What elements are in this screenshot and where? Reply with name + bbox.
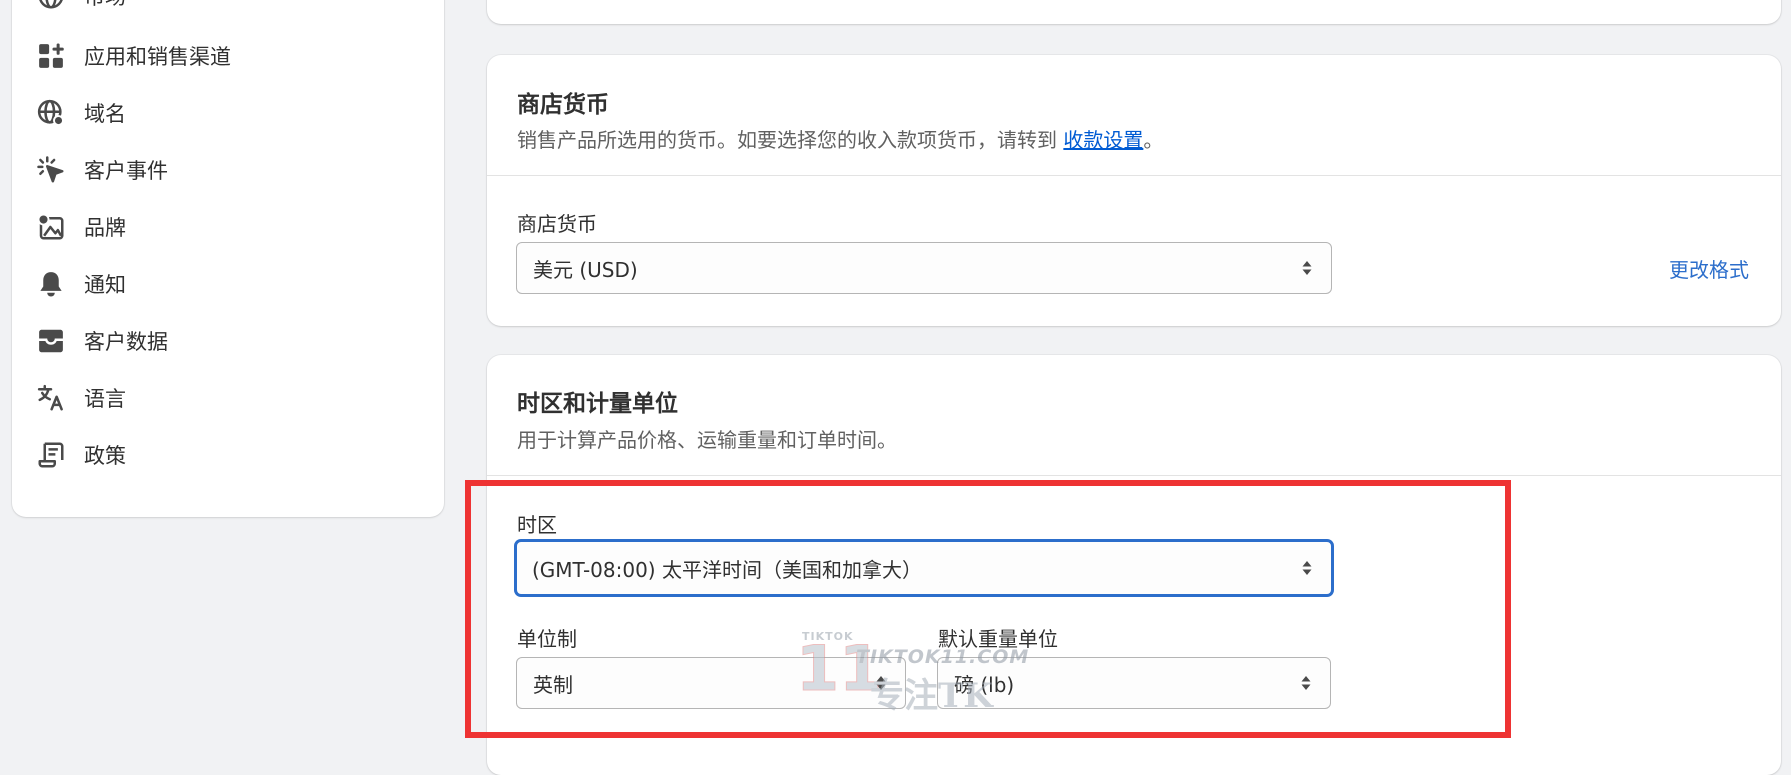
select-caret-icon bbox=[875, 674, 887, 692]
policy-scroll-icon bbox=[34, 438, 68, 472]
store-currency-select[interactable]: 美元 (USD) bbox=[516, 242, 1332, 294]
brand-image-icon bbox=[34, 210, 68, 244]
sidebar-item-label: 域名 bbox=[84, 102, 126, 126]
weight-unit-label: 默认重量单位 bbox=[938, 627, 1058, 651]
sidebar-item-policies[interactable]: 政策 bbox=[34, 431, 126, 479]
store-currency-value: 美元 (USD) bbox=[533, 257, 638, 282]
sidebar-item-label: 应用和销售渠道 bbox=[84, 45, 231, 69]
sidebar-item-notifications[interactable]: 通知 bbox=[34, 260, 126, 308]
sidebar-item-label: 语言 bbox=[84, 387, 126, 411]
sidebar-item-brand[interactable]: 品牌 bbox=[34, 203, 126, 251]
select-caret-icon bbox=[1300, 674, 1312, 692]
sidebar-item-customer-data[interactable]: 客户数据 bbox=[34, 317, 168, 365]
sidebar-item-label: 品牌 bbox=[84, 216, 126, 240]
store-currency-label: 商店货币 bbox=[517, 212, 597, 236]
card-divider bbox=[487, 475, 1781, 476]
sidebar-item-apps-channels[interactable]: 应用和销售渠道 bbox=[34, 32, 231, 80]
timezone-label: 时区 bbox=[517, 513, 557, 537]
sidebar-item-customer-events[interactable]: 客户事件 bbox=[34, 146, 168, 194]
weight-unit-value: 磅 (lb) bbox=[954, 672, 1015, 697]
bell-icon bbox=[34, 267, 68, 301]
payout-settings-link[interactable]: 收款设置 bbox=[1063, 128, 1143, 152]
settings-sidebar: 市场 应用和销售渠道 bbox=[12, 0, 444, 517]
sidebar-item-domains[interactable]: 域名 bbox=[34, 89, 126, 137]
card-divider bbox=[487, 175, 1781, 176]
sidebar-item-languages[interactable]: 语言 bbox=[34, 374, 126, 422]
description-suffix: 。 bbox=[1143, 128, 1164, 152]
unit-system-value: 英制 bbox=[533, 672, 573, 697]
globe-icon bbox=[34, 0, 68, 13]
sidebar-item-label: 客户数据 bbox=[84, 330, 168, 354]
description-text: 销售产品所选用的货币。如要选择您的收入款项货币，请转到 bbox=[517, 128, 1064, 152]
inbox-icon bbox=[34, 324, 68, 358]
sidebar-item-label: 市场 bbox=[84, 0, 126, 11]
card-description: 用于计算产品价格、运输重量和订单时间。 bbox=[517, 428, 897, 452]
sidebar-item-markets[interactable]: 市场 bbox=[34, 0, 126, 20]
previous-settings-card bbox=[487, 0, 1781, 24]
sidebar-item-label: 客户事件 bbox=[84, 159, 168, 183]
card-description: 销售产品所选用的货币。如要选择您的收入款项货币，请转到 收款设置。 bbox=[517, 124, 1163, 153]
apps-icon bbox=[34, 39, 68, 73]
sidebar-item-label: 政策 bbox=[84, 444, 126, 468]
change-format-link[interactable]: 更改格式 bbox=[1669, 254, 1749, 283]
weight-unit-select[interactable]: 磅 (lb) bbox=[937, 657, 1331, 709]
select-caret-icon bbox=[1301, 559, 1313, 577]
sidebar-item-label: 通知 bbox=[84, 273, 126, 297]
select-caret-icon bbox=[1301, 259, 1313, 277]
card-title: 商店货币 bbox=[517, 92, 609, 118]
card-title: 时区和计量单位 bbox=[517, 391, 678, 417]
domain-globe-icon bbox=[34, 96, 68, 130]
unit-system-label: 单位制 bbox=[517, 627, 577, 651]
store-currency-card: 商店货币 销售产品所选用的货币。如要选择您的收入款项货币，请转到 收款设置。 商… bbox=[487, 55, 1781, 326]
timezone-select[interactable]: (GMT-08:00) 太平洋时间（美国和加拿大） bbox=[515, 540, 1333, 596]
translate-icon bbox=[34, 381, 68, 415]
timezone-units-card: 时区和计量单位 用于计算产品价格、运输重量和订单时间。 时区 (GMT-08:0… bbox=[487, 355, 1781, 775]
timezone-value: (GMT-08:00) 太平洋时间（美国和加拿大） bbox=[532, 557, 922, 582]
cursor-click-icon bbox=[34, 153, 68, 187]
unit-system-select[interactable]: 英制 bbox=[516, 657, 906, 709]
